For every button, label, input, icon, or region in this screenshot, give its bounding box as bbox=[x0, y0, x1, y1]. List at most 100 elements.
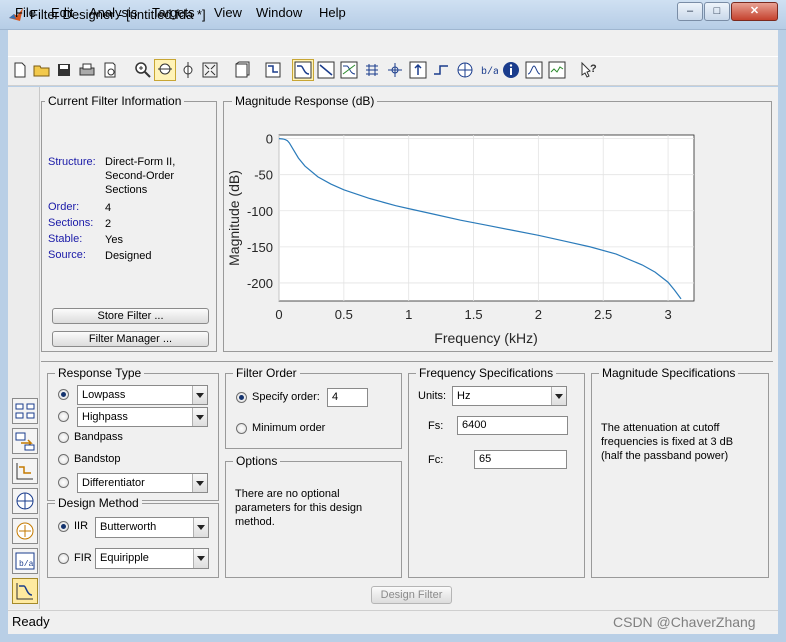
full-view-icon[interactable] bbox=[200, 60, 220, 80]
design-filter-button[interactable]: Design Filter bbox=[371, 586, 452, 604]
info-icon[interactable] bbox=[501, 60, 521, 80]
lowpass-select[interactable]: Lowpass bbox=[77, 385, 208, 405]
save-icon[interactable] bbox=[54, 60, 74, 80]
units-select[interactable]: Hz bbox=[452, 386, 567, 406]
strip-multirate-icon[interactable] bbox=[12, 518, 38, 544]
radio-bandstop[interactable] bbox=[58, 454, 69, 465]
menu-edit[interactable]: Edit bbox=[51, 5, 73, 20]
filter-specs-icon[interactable] bbox=[263, 60, 283, 80]
strip-design-filter-icon[interactable] bbox=[12, 578, 38, 604]
plot-panel-title: Magnitude Response (dB) bbox=[232, 94, 378, 108]
other-response-select[interactable]: Differentiator bbox=[77, 473, 208, 493]
radio-minimum-order[interactable] bbox=[236, 423, 247, 434]
y-axis-label: Magnitude (dB) bbox=[226, 170, 242, 266]
y-tick-label: 0 bbox=[266, 132, 273, 147]
radio-bandpass[interactable] bbox=[58, 432, 69, 443]
order-input[interactable]: 4 bbox=[327, 388, 368, 407]
radio-iir[interactable] bbox=[58, 521, 69, 532]
new-figure-icon[interactable] bbox=[232, 60, 252, 80]
info-key-source: Source: bbox=[48, 249, 86, 261]
menu-window[interactable]: Window bbox=[256, 5, 302, 20]
whats-this-icon[interactable]: ? bbox=[579, 60, 599, 80]
radio-specify-order[interactable] bbox=[236, 392, 247, 403]
strip-convert-structure-icon[interactable] bbox=[12, 428, 38, 454]
pole-zero-icon[interactable] bbox=[455, 60, 475, 80]
phase-delay-icon[interactable] bbox=[385, 60, 405, 80]
radio-fir[interactable] bbox=[58, 553, 69, 564]
store-filter-button[interactable]: Store Filter ... bbox=[52, 308, 209, 324]
info-key-sections: Sections: bbox=[48, 217, 94, 229]
strip-transform-icon[interactable] bbox=[12, 458, 38, 484]
radio-other[interactable] bbox=[58, 477, 69, 488]
magnitude-specs-panel bbox=[591, 373, 769, 578]
info-key-structure: Structure: bbox=[48, 156, 96, 168]
menu-help[interactable]: Help bbox=[319, 5, 346, 20]
menu-file[interactable]: File bbox=[15, 5, 36, 20]
zoom-x-icon[interactable] bbox=[154, 59, 176, 81]
menu-view[interactable]: View bbox=[214, 5, 242, 20]
x-axis-label: Frequency (kHz) bbox=[434, 330, 537, 346]
round-off-icon[interactable] bbox=[547, 60, 567, 80]
magnitude-specs-text: The attenuation at cutoff frequencies is… bbox=[601, 422, 734, 462]
x-tick-label: 0 bbox=[275, 307, 282, 322]
magnitude-phase-icon[interactable] bbox=[339, 60, 359, 80]
fir-select[interactable]: Equiripple bbox=[95, 548, 209, 569]
x-tick-label: 1.5 bbox=[464, 307, 482, 322]
y-tick-label: -150 bbox=[247, 240, 273, 255]
filter-order-title: Filter Order bbox=[233, 366, 300, 380]
filter-order-panel bbox=[225, 373, 402, 449]
strip-import-filter-icon[interactable]: b/a bbox=[12, 548, 38, 574]
close-button[interactable]: ✕ bbox=[731, 2, 778, 21]
magnitude-response-icon[interactable] bbox=[292, 59, 314, 81]
info-key-order: Order: bbox=[48, 201, 80, 213]
fc-label: Fc: bbox=[428, 454, 444, 466]
y-tick-label: -200 bbox=[247, 276, 273, 291]
info-value-source: Designed bbox=[105, 250, 152, 262]
minimum-order-label: Minimum order bbox=[252, 422, 326, 434]
chevron-down-icon[interactable] bbox=[193, 518, 208, 537]
chevron-down-icon[interactable] bbox=[193, 549, 208, 568]
design-method-title: Design Method bbox=[55, 496, 142, 510]
info-key-stable: Stable: bbox=[48, 233, 83, 245]
info-value-sections: 2 bbox=[105, 218, 112, 230]
chevron-down-icon[interactable] bbox=[192, 408, 207, 426]
open-folder-icon[interactable] bbox=[32, 60, 52, 80]
x-tick-label: 2.5 bbox=[594, 307, 612, 322]
info-value-stable: Yes bbox=[105, 234, 123, 246]
group-delay-icon[interactable] bbox=[362, 60, 382, 80]
chevron-down-icon[interactable] bbox=[551, 387, 566, 405]
fs-label: Fs: bbox=[428, 420, 444, 432]
strip-realize-model-icon[interactable] bbox=[12, 398, 38, 424]
bandpass-label: Bandpass bbox=[74, 431, 123, 443]
chevron-down-icon[interactable] bbox=[192, 386, 207, 404]
menu-analysis[interactable]: Analysis bbox=[89, 5, 137, 20]
x-tick-label: 1 bbox=[405, 307, 412, 322]
x-tick-label: 0.5 bbox=[335, 307, 353, 322]
impulse-response-icon[interactable] bbox=[408, 60, 428, 80]
iir-select[interactable]: Butterworth bbox=[95, 517, 209, 538]
zoom-in-icon[interactable] bbox=[133, 60, 153, 80]
fc-input[interactable]: 65 bbox=[474, 450, 567, 469]
coefficients-icon[interactable]: b/a bbox=[478, 60, 498, 80]
new-file-icon[interactable] bbox=[10, 60, 30, 80]
bandstop-label: Bandstop bbox=[74, 453, 121, 465]
zoom-y-icon[interactable] bbox=[178, 60, 198, 80]
magnitude-chart: 0 0.5 1 1.5 2 2.5 3 0 -50 -100 -150 -200 Frequency … bbox=[226, 132, 695, 346]
other-response-select-value: Differentiator bbox=[82, 477, 145, 489]
step-response-icon[interactable] bbox=[431, 60, 451, 80]
maximize-button[interactable]: □ bbox=[704, 2, 730, 21]
filter-manager-button[interactable]: Filter Manager ... bbox=[52, 331, 209, 347]
menu-targets[interactable]: Targets bbox=[152, 5, 195, 20]
cost-icon[interactable] bbox=[524, 60, 544, 80]
radio-highpass[interactable] bbox=[58, 411, 69, 422]
fs-input[interactable]: 6400 bbox=[457, 416, 568, 435]
minimize-button[interactable]: – bbox=[677, 2, 703, 21]
print-preview-icon[interactable] bbox=[100, 60, 120, 80]
y-tick-label: -50 bbox=[254, 168, 273, 183]
phase-response-icon[interactable] bbox=[316, 60, 336, 80]
radio-lowpass[interactable] bbox=[58, 389, 69, 400]
highpass-select[interactable]: Highpass bbox=[77, 407, 208, 427]
print-icon[interactable] bbox=[77, 60, 97, 80]
chevron-down-icon[interactable] bbox=[192, 474, 207, 492]
strip-pole-zero-editor-icon[interactable] bbox=[12, 488, 38, 514]
